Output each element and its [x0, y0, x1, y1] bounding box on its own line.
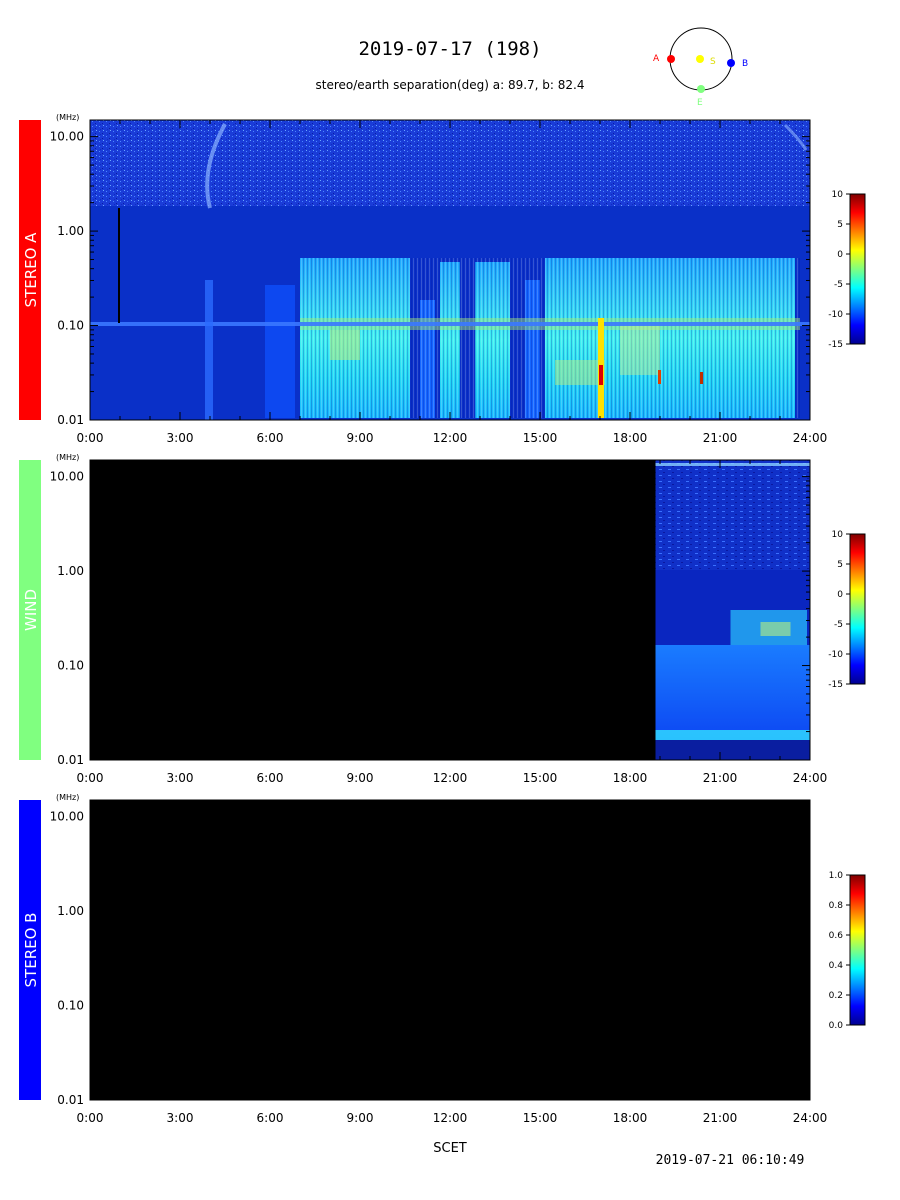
x-tick-label: 6:00: [257, 1111, 284, 1125]
x-tick-label: 24:00: [793, 431, 828, 445]
y-tick-label: 10.00: [50, 470, 84, 484]
colorbar-scale-wind: [849, 533, 866, 685]
y-tick-label: 0.01: [57, 753, 84, 767]
orbit-marker-s: [696, 55, 704, 63]
x-tick-label: 9:00: [347, 1111, 374, 1125]
y-tick-label: 0.10: [57, 999, 84, 1013]
colorbar-tick-label: -10: [828, 650, 843, 660]
x-tick-label: 3:00: [167, 431, 194, 445]
colorbar-tick-label: -15: [828, 340, 843, 350]
spectrogram-stereo-b: [90, 800, 810, 1100]
generation-timestamp: 2019-07-21 06:10:49: [655, 1153, 805, 1168]
y-tick-label: 0.10: [57, 659, 84, 673]
x-tick-label: 0:00: [77, 771, 104, 785]
colorbar-scale-stereo-b: [849, 874, 866, 1026]
wind-hf-line: [655, 463, 810, 466]
x-tick-label: 6:00: [257, 431, 284, 445]
x-tick-label: 3:00: [167, 1111, 194, 1125]
orbit-marker-b: [727, 59, 735, 67]
x-tick-label: 18:00: [613, 771, 648, 785]
colorbar-scale-stereo-a: [849, 193, 866, 345]
colorbar-tick-label: 0.6: [829, 931, 844, 941]
x-tick-label: 9:00: [347, 771, 374, 785]
orbit-label-e: E: [697, 98, 703, 108]
orbit-marker-a: [667, 55, 675, 63]
panel-wind: WIND (MHz) 10.00 1.00 0.10 0.01 0:00 3:00 6:0…: [19, 453, 866, 785]
colorbar-tick-label: 0.8: [829, 901, 844, 911]
orbit-diagram: A S B E: [653, 27, 748, 108]
colorbar-tick-label: -5: [834, 280, 843, 290]
x-tick-label: 3:00: [167, 771, 194, 785]
y-tick-label: 1.00: [57, 904, 84, 918]
colorbar-wind: 10 5 0 -5 -10 -15: [828, 530, 866, 690]
y-tick-label: 0.01: [57, 413, 84, 427]
y-unit-wind: (MHz): [56, 453, 79, 462]
colorbar-tick-label: -15: [828, 680, 843, 690]
instrument-label-wind: WIND: [22, 589, 40, 631]
x-tick-label: 12:00: [433, 771, 468, 785]
colorbar-tick-label: 0.2: [829, 991, 843, 1001]
x-tick-label: 21:00: [703, 1111, 738, 1125]
orbit-label-a: A: [653, 54, 660, 64]
spectrogram-stereo-a: [90, 120, 810, 420]
orbit-label-b: B: [742, 59, 748, 69]
y-tick-label: 1.00: [57, 564, 84, 578]
y-tick-label: 10.00: [50, 130, 84, 144]
x-tick-label: 15:00: [523, 1111, 558, 1125]
orbit-marker-e: [697, 85, 705, 93]
panel-stereo-b: STEREO B (MHz) 10.00 1.00 0.10 0.01 0:00 3:0…: [19, 793, 866, 1125]
colorbar-tick-label: 1.0: [829, 871, 844, 881]
colorbar-tick-label: -5: [834, 620, 843, 630]
x-tick-label: 12:00: [433, 431, 468, 445]
y-tick-label: 0.01: [57, 1093, 84, 1107]
colorbar-tick-label: 0: [837, 590, 843, 600]
colorbar-tick-label: 0: [837, 250, 843, 260]
y-tick-label: 0.10: [57, 319, 84, 333]
wind-bottom-band: [655, 740, 810, 760]
colorbar-stereo-a: 10 5 0 -5 -10 -15: [828, 190, 866, 350]
spectrogram-wind: [90, 460, 810, 760]
instrument-label-stereo-a: STEREO A: [22, 232, 40, 308]
x-tick-label: 24:00: [793, 1111, 828, 1125]
y-unit-stereo-b: (MHz): [56, 793, 79, 802]
wind-lf-band: [655, 730, 810, 740]
x-tick-label: 12:00: [433, 1111, 468, 1125]
wind-hf-noise: [655, 460, 810, 570]
x-tick-label: 24:00: [793, 771, 828, 785]
wind-burst-peak: [760, 622, 791, 636]
colorbar-tick-label: -10: [828, 310, 843, 320]
x-tick-label: 18:00: [613, 431, 648, 445]
x-tick-label: 0:00: [77, 1111, 104, 1125]
x-tick-label: 9:00: [347, 431, 374, 445]
colorbar-tick-label: 5: [837, 220, 843, 230]
instrument-label-stereo-b: STEREO B: [22, 913, 40, 988]
spectrogram-figure: A S B E STEREO A (MHz) 10.001.000.100.01…: [19, 27, 866, 1125]
colorbar-tick-label: 10: [832, 190, 844, 200]
x-tick-label: 21:00: [703, 431, 738, 445]
y-tick-label: 1.00: [57, 224, 84, 238]
y-tick-label: 10.00: [50, 810, 84, 824]
colorbar-tick-label: 0.4: [829, 961, 844, 971]
colorbar-tick-label: 0.0: [829, 1021, 844, 1031]
colorbar-stereo-b: 1.0 0.8 0.6 0.4 0.2 0.0: [829, 871, 866, 1031]
colorbar-tick-label: 5: [837, 560, 843, 570]
x-tick-label: 18:00: [613, 1111, 648, 1125]
x-axis-label: SCET: [433, 1141, 467, 1156]
colorbar-tick-label: 10: [832, 530, 844, 540]
x-tick-label: 15:00: [523, 771, 558, 785]
x-tick-label: 21:00: [703, 771, 738, 785]
x-tick-label: 0:00: [77, 431, 104, 445]
panel-stereo-a: STEREO A (MHz) 10.001.000.100.01 0:00 3:…: [19, 113, 866, 445]
orbit-label-s: S: [710, 57, 716, 67]
x-tick-label: 6:00: [257, 771, 284, 785]
x-tick-label: 15:00: [523, 431, 558, 445]
y-unit-stereo-a: (MHz): [56, 113, 79, 122]
